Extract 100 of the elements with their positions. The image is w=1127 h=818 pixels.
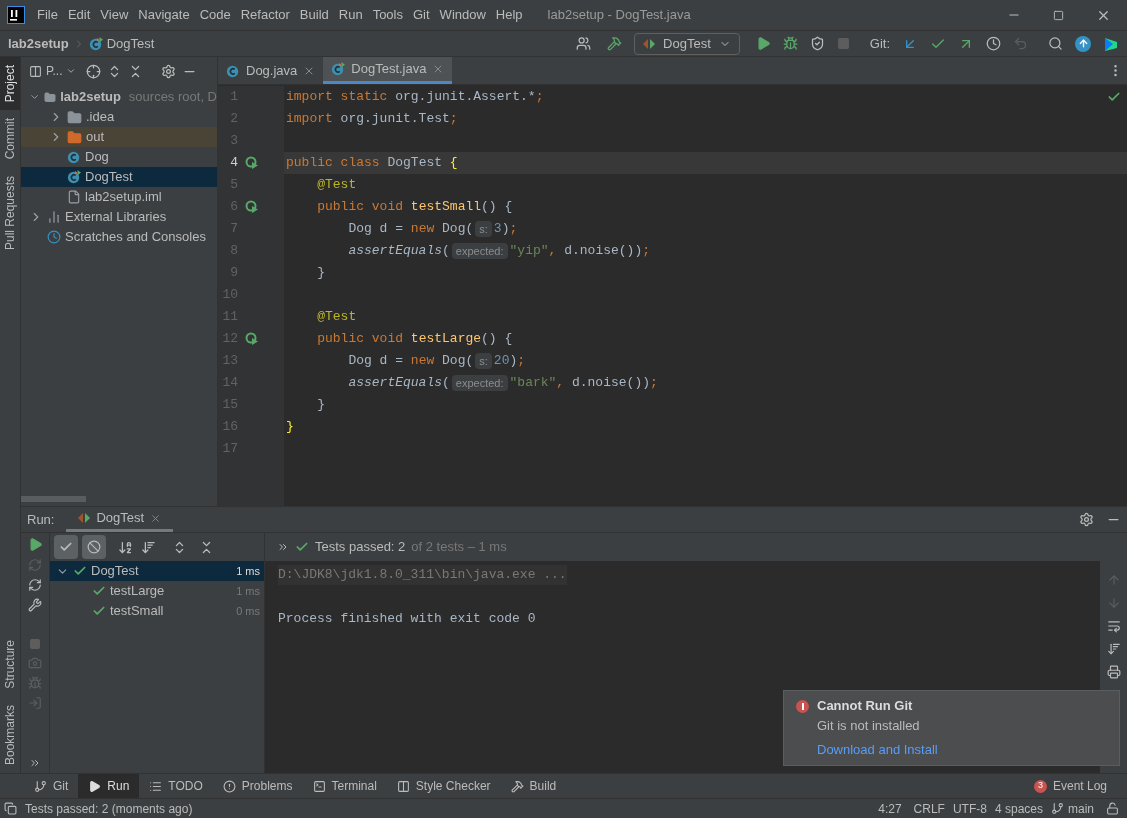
side-tab[interactable]: Bookmarks xyxy=(0,696,20,773)
breadcrumb-item[interactable]: DogTest xyxy=(106,33,155,54)
side-tab[interactable]: Pull Requests xyxy=(0,167,20,258)
wrench-icon[interactable] xyxy=(28,598,42,612)
tests-summary-detail: of 2 tests – 1 ms xyxy=(411,538,507,557)
code-token: ( xyxy=(442,374,450,393)
show-ignored-toggle[interactable] xyxy=(82,535,106,559)
update-icon[interactable] xyxy=(1075,35,1091,52)
run-tab[interactable]: DogTest xyxy=(66,507,174,532)
tool-window-button[interactable]: Git xyxy=(24,774,79,798)
more-icon[interactable] xyxy=(277,541,289,553)
git-label: Git: xyxy=(869,34,890,53)
tree-item[interactable]: Dog xyxy=(21,147,217,167)
rerun-icon[interactable] xyxy=(27,537,43,552)
side-tab[interactable]: Commit xyxy=(0,110,20,168)
editor-tab[interactable]: DogTest.java xyxy=(323,57,453,84)
run-test-icon[interactable] xyxy=(245,332,259,346)
tree-item-label: out xyxy=(86,128,105,147)
code-token: @Test xyxy=(316,176,357,195)
check-icon xyxy=(92,604,106,618)
menu-item[interactable]: Refactor xyxy=(235,5,295,25)
menu-item[interactable]: Code xyxy=(194,5,236,25)
view-selector[interactable]: P... xyxy=(29,62,77,80)
ban-icon xyxy=(87,540,101,554)
side-tab[interactable]: Project xyxy=(0,57,20,111)
show-passed-toggle[interactable] xyxy=(54,535,78,559)
search-icon[interactable] xyxy=(1048,36,1063,51)
line-separator[interactable]: CRLF xyxy=(913,799,945,818)
menu-item[interactable]: Help xyxy=(490,5,528,25)
panel-toggle-icon[interactable] xyxy=(4,802,17,815)
breadcrumb-item[interactable]: lab2setup xyxy=(8,33,69,54)
run-config-dropdown[interactable]: DogTest xyxy=(634,32,740,55)
tree-item[interactable]: .idea xyxy=(21,107,217,127)
tree-item[interactable]: lab2setup.iml xyxy=(21,187,217,207)
menu-item[interactable]: File xyxy=(32,5,63,25)
menu-item[interactable]: Edit xyxy=(62,5,96,25)
menu-item[interactable]: Tools xyxy=(367,5,408,25)
code-token: 3 xyxy=(493,220,502,239)
settings-icon[interactable] xyxy=(161,63,177,79)
lock-icon[interactable] xyxy=(1106,802,1119,815)
console-line: Process finished with exit code 0 xyxy=(278,610,536,629)
run-test-icon[interactable] xyxy=(245,156,259,170)
branch-widget[interactable]: main xyxy=(1051,799,1094,818)
class-icon xyxy=(67,150,81,164)
tree-item[interactable]: DogTest xyxy=(21,167,217,187)
indent-setting[interactable]: 4 spaces xyxy=(994,799,1043,818)
event-log-button[interactable]: 3 Event Log xyxy=(1033,774,1107,798)
history-icon[interactable] xyxy=(986,36,1001,51)
code-token: "bark" xyxy=(509,374,557,393)
run-test-icon[interactable] xyxy=(245,200,259,214)
debug-icon[interactable] xyxy=(782,36,798,51)
tool-window-button[interactable]: Run xyxy=(78,774,140,798)
tool-window-button[interactable]: Style Checker xyxy=(386,774,501,798)
plugin-logo[interactable] xyxy=(1103,35,1119,52)
menu-item[interactable]: View xyxy=(95,5,134,25)
tree-item[interactable]: Scratches and Consoles xyxy=(21,227,217,247)
caret-position[interactable]: 4:27 xyxy=(878,799,902,818)
tool-window-button[interactable]: TODO xyxy=(139,774,213,798)
menu-item[interactable]: Navigate xyxy=(133,5,195,25)
coverage-icon[interactable] xyxy=(809,36,825,51)
side-tab[interactable]: Structure xyxy=(0,632,20,697)
file-encoding[interactable]: UTF-8 xyxy=(952,799,987,818)
user-icon[interactable] xyxy=(576,36,592,51)
tool-window-button[interactable]: Build xyxy=(500,774,567,798)
tool-window-button[interactable]: Terminal xyxy=(302,774,387,798)
locate-icon[interactable] xyxy=(86,63,102,79)
tree-item[interactable]: External Libraries xyxy=(21,207,217,227)
test-item[interactable]: testLarge 1 ms xyxy=(50,581,264,601)
scroll-end-icon[interactable] xyxy=(1106,642,1121,656)
code-token: ; xyxy=(509,220,518,239)
hammer-icon xyxy=(510,779,524,793)
tree-item[interactable]: out xyxy=(21,127,217,147)
test-time: 1 ms xyxy=(236,583,260,599)
library-icon xyxy=(47,210,61,224)
tree-item[interactable]: lab2setup sources root, D xyxy=(21,87,217,107)
close-tab-icon[interactable] xyxy=(150,512,162,524)
menu-item[interactable]: Run xyxy=(333,5,368,25)
menu-item[interactable]: Git xyxy=(408,5,435,25)
sort-duration-icon[interactable] xyxy=(141,539,156,555)
settings-icon[interactable] xyxy=(1079,512,1094,527)
test-item[interactable]: DogTest 1 ms xyxy=(50,561,264,581)
run-icon[interactable] xyxy=(755,36,771,51)
code-token: public void xyxy=(316,198,405,217)
config-icon xyxy=(78,512,91,524)
maximize-icon[interactable] xyxy=(1053,9,1064,21)
code-token: ( xyxy=(442,242,450,261)
sort-alpha-icon[interactable] xyxy=(118,539,133,555)
code-token: ; xyxy=(449,110,458,129)
more-icon[interactable] xyxy=(29,757,41,769)
menu-item[interactable]: Window xyxy=(434,5,491,25)
soft-wrap-icon[interactable] xyxy=(1106,619,1121,633)
build-icon[interactable] xyxy=(607,36,623,51)
scrollbar xyxy=(21,496,86,502)
print-icon[interactable] xyxy=(1106,665,1121,679)
toggle-autotest-icon[interactable] xyxy=(28,578,42,592)
menu-item[interactable]: Build xyxy=(294,5,334,25)
download-link[interactable]: Download and Install xyxy=(817,741,1107,759)
no-problems-icon xyxy=(1107,90,1121,104)
editor-tab[interactable]: Dog.java xyxy=(218,57,324,84)
tool-window-button[interactable]: Problems xyxy=(212,774,303,798)
